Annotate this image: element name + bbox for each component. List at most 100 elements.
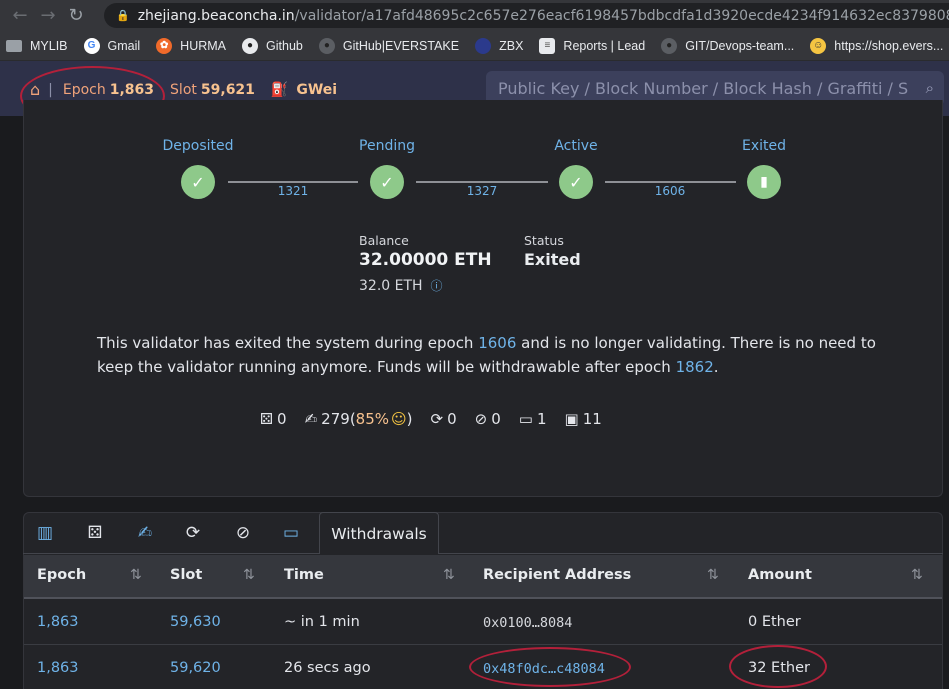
- bookmark-hurma[interactable]: ✿ HURMA: [156, 37, 227, 54]
- column-header-slot[interactable]: Slot: [170, 567, 202, 583]
- smiley-icon: ☺: [810, 37, 827, 54]
- row-amount: 32 Ether: [748, 660, 810, 676]
- reload-icon[interactable]: ↻: [62, 2, 90, 30]
- column-header-time[interactable]: Time: [284, 567, 324, 583]
- deposits-counter[interactable]: ▭ 1: [519, 410, 547, 428]
- balance-value: 32.00000 ETH: [359, 250, 492, 270]
- column-header-epoch[interactable]: Epoch: [37, 567, 86, 583]
- bookmark-gmail[interactable]: G Gmail: [83, 37, 141, 54]
- tab-withdrawals[interactable]: Withdrawals: [319, 512, 439, 554]
- lock-icon: 🔒: [116, 9, 130, 22]
- divider: |: [48, 81, 53, 98]
- step-connector: [228, 181, 358, 183]
- sync-count: 0: [447, 410, 457, 428]
- bookmark-label: Gmail: [107, 38, 141, 53]
- github-icon: ●: [242, 37, 259, 54]
- url-bar[interactable]: 🔒 zhejiang.beaconcha.in/validator/a17afd…: [104, 3, 949, 28]
- user-slash-icon: ⊘: [235, 523, 251, 543]
- sync-counter[interactable]: ⟳ 0: [431, 410, 457, 428]
- validator-tabs: ▥ ⚄ ✍ ⟳ ⊘ ▭ Withdrawals: [23, 512, 943, 554]
- row-amount: 0 Ether: [748, 614, 801, 630]
- tab-slashings[interactable]: ⊘: [221, 512, 265, 554]
- bookmark-label: Github: [266, 38, 303, 53]
- tab-sync[interactable]: ⟳: [171, 512, 215, 554]
- attestations-counter[interactable]: ✍ 279(85% ☺): [305, 410, 413, 428]
- check-icon: ✓: [370, 165, 404, 199]
- proposals-counter[interactable]: ⚄ 0: [260, 410, 287, 428]
- withdrawals-counter[interactable]: ▣ 11: [565, 410, 602, 428]
- search-input[interactable]: [498, 79, 908, 98]
- tab-chart[interactable]: ▥: [23, 512, 67, 554]
- wallet-icon: ▭: [282, 523, 300, 543]
- row-epoch[interactable]: 1,863: [37, 660, 79, 676]
- sync-icon: ⟳: [430, 410, 444, 428]
- bookmark-label: GitHub|EVERSTAKE: [342, 38, 460, 53]
- bookmark-github-everstake[interactable]: ● GitHub|EVERSTAKE: [318, 37, 460, 54]
- slot-value[interactable]: 59,621: [201, 82, 255, 98]
- step-label-active: Active: [554, 138, 598, 154]
- bookmark-zbx[interactable]: ZBX: [475, 37, 524, 54]
- tab-deposits[interactable]: ▭: [269, 512, 313, 554]
- exit-message-text: .: [713, 358, 719, 376]
- deposits-count: 1: [536, 410, 547, 428]
- user-slash-icon: ⊘: [474, 410, 488, 428]
- zbx-icon: [475, 37, 492, 54]
- bookmark-label: https://shop.evers...: [834, 38, 944, 53]
- slashings-counter[interactable]: ⊘ 0: [475, 410, 501, 428]
- bookmark-label: HURMA: [180, 38, 227, 53]
- row-slot[interactable]: 59,620: [170, 660, 221, 676]
- chart-bar-icon: ▥: [36, 523, 54, 543]
- gas-pump-icon: ⛽: [270, 81, 289, 98]
- epoch-value[interactable]: 1,863: [110, 82, 154, 98]
- column-header-recipient[interactable]: Recipient Address: [483, 567, 631, 583]
- google-icon: G: [83, 37, 100, 54]
- sort-icon[interactable]: ⇅: [911, 567, 923, 583]
- browser-toolbar: ← → ↻ 🔒 zhejiang.beaconcha.in/validator/…: [0, 0, 949, 31]
- github-icon: ●: [661, 37, 678, 54]
- sort-icon[interactable]: ⇅: [443, 567, 455, 583]
- question-circle-icon[interactable]: ⓘ: [431, 279, 443, 293]
- sort-icon[interactable]: ⇅: [243, 567, 255, 583]
- sort-icon[interactable]: ⇅: [130, 567, 142, 583]
- gwei-label[interactable]: GWei: [296, 82, 337, 98]
- url-host: zhejiang.beaconcha.in: [137, 7, 295, 24]
- bookmark-label: Reports | Lead: [563, 38, 646, 53]
- slot-label: Slot: [170, 81, 197, 98]
- door-exit-icon: ▮: [747, 165, 781, 199]
- row-epoch[interactable]: 1,863: [37, 614, 79, 630]
- home-icon[interactable]: ⌂: [30, 80, 40, 99]
- check-icon: ✓: [559, 165, 593, 199]
- exit-message: This validator has exited the system dur…: [97, 331, 887, 379]
- bookmark-github[interactable]: ● Github: [242, 37, 303, 54]
- forward-arrow-icon[interactable]: →: [34, 2, 62, 30]
- withdrawable-epoch-link[interactable]: 1862: [676, 358, 714, 376]
- status-value: Exited: [524, 250, 581, 269]
- balance-label: Balance: [359, 233, 409, 248]
- cubes-icon: ⚄: [87, 523, 103, 543]
- back-arrow-icon[interactable]: ←: [6, 2, 34, 30]
- exit-epoch-link[interactable]: 1606: [478, 334, 516, 352]
- row-slot[interactable]: 59,630: [170, 614, 221, 630]
- sort-icon[interactable]: ⇅: [707, 567, 719, 583]
- step-label-exited: Exited: [741, 138, 787, 154]
- step-epoch-exited[interactable]: 1606: [655, 184, 686, 198]
- step-connector: [605, 181, 736, 183]
- search-icon[interactable]: ⌕: [926, 79, 934, 97]
- tab-proposals[interactable]: ⚄: [73, 512, 117, 554]
- table-row: 1,863 59,620 26 secs ago 0x48f0dc…c48084…: [24, 646, 942, 689]
- bookmark-mylib[interactable]: MYLIB: [6, 39, 68, 53]
- step-epoch-activated[interactable]: 1327: [467, 184, 498, 198]
- step-epoch-deposited[interactable]: 1321: [278, 184, 309, 198]
- bookmark-git-devops[interactable]: ● GIT/Devops-team...: [661, 37, 794, 54]
- bookmark-reports[interactable]: ≡ Reports | Lead: [539, 37, 646, 54]
- bookmark-label: ZBX: [499, 38, 524, 53]
- row-address[interactable]: 0x48f0dc…c48084: [483, 661, 605, 677]
- column-header-amount[interactable]: Amount: [748, 567, 812, 583]
- validator-counters: ⚄ 0 ✍ 279(85% ☺) ⟳ 0 ⊘ 0 ▭ 1 ▣ 11: [260, 410, 620, 428]
- wallet-icon: ▭: [518, 410, 533, 428]
- folder-icon: [6, 39, 22, 52]
- bookmark-shop[interactable]: ☺ https://shop.evers...: [810, 37, 944, 54]
- smiley-icon: ☺: [391, 410, 407, 428]
- github-icon: ●: [318, 37, 335, 54]
- tab-attestations[interactable]: ✍: [123, 512, 167, 554]
